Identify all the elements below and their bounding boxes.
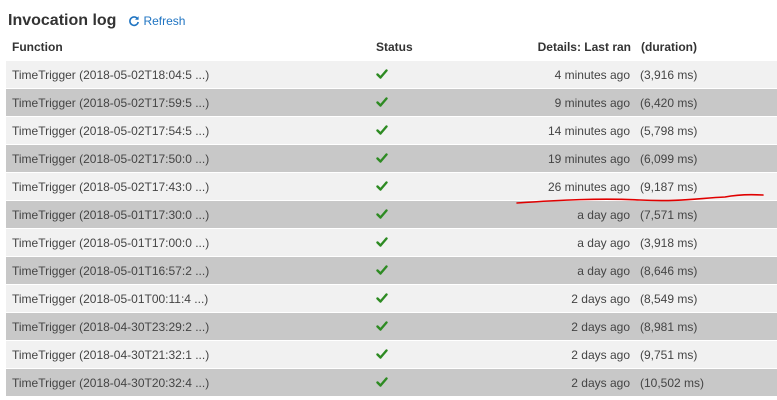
function-name-link[interactable]: TimeTrigger (2018-05-01T00:11:4 ...)	[12, 292, 208, 306]
duration-value: (7,571 ms)	[640, 208, 698, 222]
checkmark-icon	[375, 291, 389, 305]
last-ran-value: 4 minutes ago	[554, 68, 630, 82]
table-row[interactable]: TimeTrigger (2018-05-02T17:43:0 ...) 26 m…	[6, 173, 777, 201]
checkmark-icon	[375, 347, 389, 361]
function-name-link[interactable]: TimeTrigger (2018-05-02T17:43:0 ...)	[12, 180, 209, 194]
duration-value: (3,916 ms)	[640, 68, 698, 82]
checkmark-icon	[375, 67, 389, 81]
column-header-function[interactable]: Function	[12, 40, 63, 54]
duration-value: (8,549 ms)	[640, 292, 698, 306]
last-ran-value: 2 days ago	[571, 376, 630, 390]
table-row[interactable]: TimeTrigger (2018-05-01T00:11:4 ...) 2 da…	[6, 285, 777, 313]
table-row[interactable]: TimeTrigger (2018-05-02T17:54:5 ...) 14 m…	[6, 117, 777, 145]
column-header-duration: (duration)	[641, 40, 697, 54]
last-ran-value: a day ago	[577, 236, 630, 250]
last-ran-value: 19 minutes ago	[547, 152, 630, 166]
function-name-link[interactable]: TimeTrigger (2018-05-02T17:54:5 ...)	[12, 124, 209, 138]
duration-value: (5,798 ms)	[640, 124, 698, 138]
function-name-link[interactable]: TimeTrigger (2018-05-01T16:57:2 ...)	[12, 264, 209, 278]
function-name-link[interactable]: TimeTrigger (2018-05-01T17:30:0 ...)	[12, 208, 209, 222]
page-title: Invocation log	[8, 12, 117, 29]
duration-value: (10,502 ms)	[640, 376, 705, 390]
last-ran-value: a day ago	[577, 208, 630, 222]
last-ran-value: 2 days ago	[571, 292, 630, 306]
duration-value: (8,981 ms)	[640, 320, 698, 334]
last-ran-value: 14 minutes ago	[547, 124, 630, 138]
invocation-list: TimeTrigger (2018-05-02T18:04:5 ...) 4 mi…	[6, 61, 777, 397]
function-name-link[interactable]: TimeTrigger (2018-05-01T17:00:0 ...)	[12, 236, 209, 250]
refresh-icon	[129, 16, 140, 27]
table-row[interactable]: TimeTrigger (2018-04-30T21:32:1 ...) 2 da…	[6, 341, 777, 369]
checkmark-icon	[375, 179, 389, 193]
function-name-link[interactable]: TimeTrigger (2018-05-02T18:04:5 ...)	[12, 68, 209, 82]
table-row[interactable]: TimeTrigger (2018-05-01T17:00:0 ...) a da…	[6, 229, 777, 257]
checkmark-icon	[375, 207, 389, 221]
duration-value: (8,646 ms)	[640, 264, 698, 278]
function-name-link[interactable]: TimeTrigger (2018-05-02T17:59:5 ...)	[12, 96, 209, 110]
duration-value: (9,187 ms)	[640, 180, 698, 194]
duration-value: (6,099 ms)	[640, 152, 698, 166]
refresh-button[interactable]: Refresh	[128, 14, 185, 28]
column-header-details[interactable]: Details: Last ran	[538, 40, 631, 54]
duration-value: (3,918 ms)	[640, 236, 698, 250]
table-row[interactable]: TimeTrigger (2018-05-02T18:04:5 ...) 4 mi…	[6, 61, 777, 89]
last-ran-value: 9 minutes ago	[554, 96, 630, 110]
function-name-link[interactable]: TimeTrigger (2018-04-30T21:32:1 ...)	[12, 348, 209, 362]
table-row[interactable]: TimeTrigger (2018-04-30T23:29:2 ...) 2 da…	[6, 313, 777, 341]
function-name-link[interactable]: TimeTrigger (2018-05-02T17:50:0 ...)	[12, 152, 209, 166]
last-ran-value: a day ago	[577, 264, 630, 278]
checkmark-icon	[375, 123, 389, 137]
table-row[interactable]: TimeTrigger (2018-05-01T16:57:2 ...) a da…	[6, 257, 777, 285]
last-ran-value: 26 minutes ago	[547, 180, 630, 194]
table-row[interactable]: TimeTrigger (2018-05-02T17:59:5 ...) 9 mi…	[6, 89, 777, 117]
last-ran-value: 2 days ago	[571, 348, 630, 362]
duration-value: (6,420 ms)	[640, 96, 698, 110]
checkmark-icon	[375, 263, 389, 277]
last-ran-value: 2 days ago	[571, 320, 630, 334]
function-name-link[interactable]: TimeTrigger (2018-04-30T23:29:2 ...)	[12, 320, 209, 334]
invocation-log-header: Invocation log Refresh	[8, 10, 185, 32]
checkmark-icon	[375, 375, 389, 389]
duration-value: (9,751 ms)	[640, 348, 698, 362]
checkmark-icon	[375, 95, 389, 109]
refresh-label: Refresh	[143, 14, 186, 28]
checkmark-icon	[375, 151, 389, 165]
checkmark-icon	[375, 319, 389, 333]
table-row[interactable]: TimeTrigger (2018-05-01T17:30:0 ...) a da…	[6, 201, 777, 229]
table-row[interactable]: TimeTrigger (2018-05-02T17:50:0 ...) 19 m…	[6, 145, 777, 173]
column-header-status[interactable]: Status	[376, 40, 413, 54]
function-name-link[interactable]: TimeTrigger (2018-04-30T20:32:4 ...)	[12, 376, 209, 390]
checkmark-icon	[375, 235, 389, 249]
table-header: Function Status Details: Last ran (durat…	[0, 36, 777, 60]
table-row[interactable]: TimeTrigger (2018-04-30T20:32:4 ...) 2 da…	[6, 369, 777, 397]
